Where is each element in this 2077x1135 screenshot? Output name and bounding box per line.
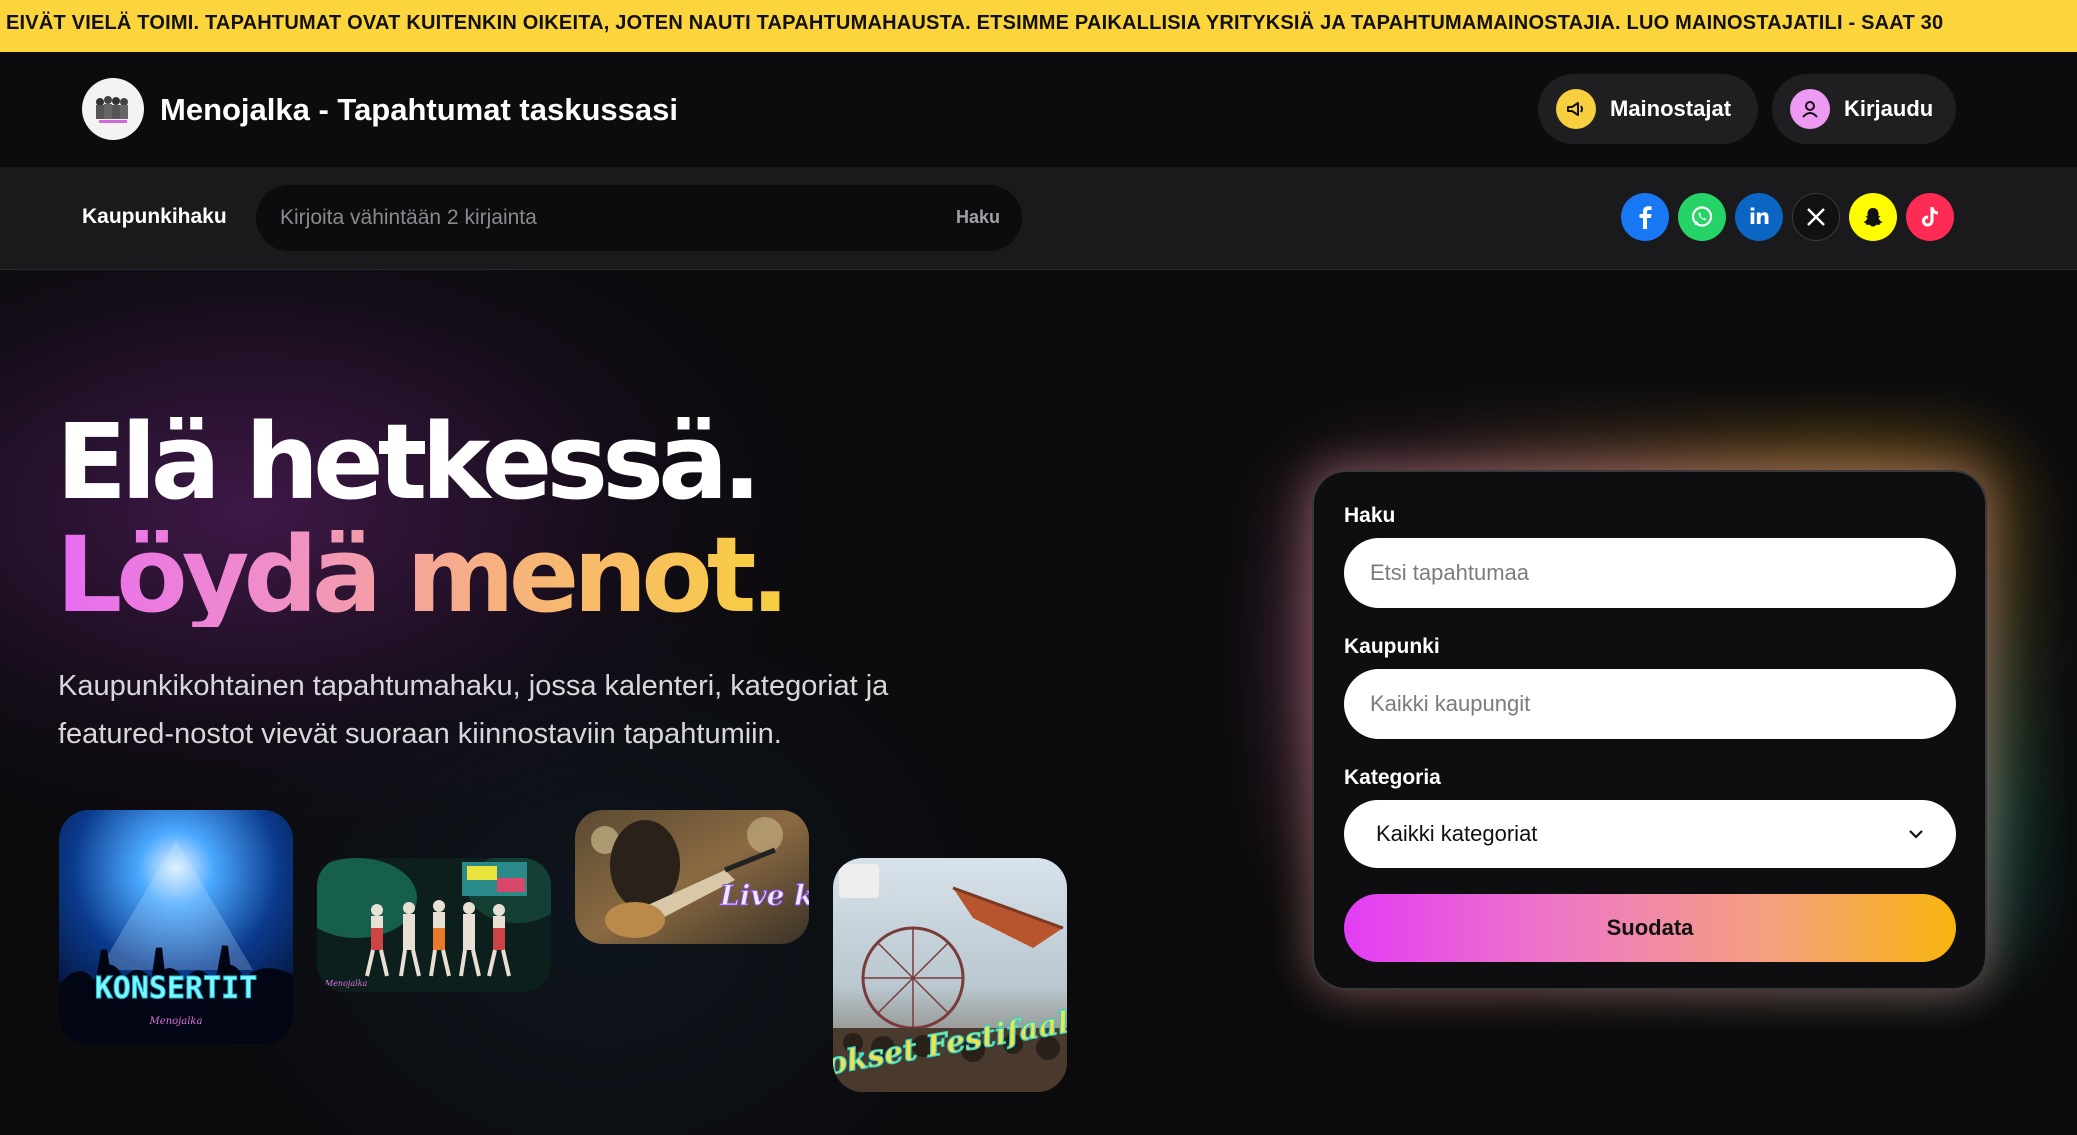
tile-caption-live-keikat: Live keikat [719, 879, 809, 912]
city-search-bar: Kaupunkihaku Haku in [0, 167, 2077, 270]
city-search-label: Kaupunkihaku [82, 205, 227, 228]
megaphone-icon [1556, 89, 1596, 129]
tile-signature-konsertit: Menojalka [149, 1016, 203, 1027]
tiktok-icon[interactable] [1906, 193, 1954, 241]
logo-icon [91, 92, 135, 126]
site-title[interactable]: Menojalka - Tapahtumat taskussasi [160, 92, 678, 128]
hero-title-line1: Elä hetkessä. [56, 401, 762, 523]
event-search-input[interactable] [1344, 538, 1956, 608]
user-icon [1790, 89, 1830, 129]
category-tile-konsertit[interactable]: KONSERTIT Menojalka [59, 810, 293, 1044]
x-icon[interactable] [1792, 193, 1840, 241]
top-header: Menojalka - Tapahtumat taskussasi Mainos… [0, 52, 2077, 167]
filter-submit-label: Suodata [1606, 915, 1694, 940]
category-tile-dance[interactable]: Menojalka [317, 858, 551, 992]
tile-caption-konsertit: KONSERTIT [95, 971, 258, 1006]
ticker-text: EIVÄT VIELÄ TOIMI. TAPAHTUMAT OVAT KUITE… [6, 12, 1944, 34]
concert-image: KONSERTIT Menojalka [59, 810, 293, 1044]
category-selected-value: Kaikki kategoriat [1376, 821, 1538, 846]
city-search-input[interactable] [280, 185, 900, 251]
hero-section: Elä hetkessä. Löydä menot. Kaupunkikohta… [0, 270, 2077, 1135]
advertisers-label: Mainostajat [1610, 96, 1732, 121]
social-links: in [1621, 193, 1954, 241]
advertisers-button[interactable]: Mainostajat [1538, 74, 1758, 144]
whatsapp-icon[interactable] [1678, 193, 1726, 241]
search-label: Haku [1344, 504, 1396, 527]
hero-title-line2: Löydä menot. [56, 514, 790, 636]
filter-card: Haku Kaupunki Kategoria Kaikki kategoria… [1312, 470, 1987, 990]
announcement-ticker: EIVÄT VIELÄ TOIMI. TAPAHTUMAT OVAT KUITE… [0, 0, 2077, 52]
category-tile-festivaalit[interactable]: Lokset Festifaalit [833, 858, 1067, 1092]
category-tile-live-keikat[interactable]: Live keikat [575, 810, 809, 944]
login-button[interactable]: Kirjaudu [1772, 74, 1956, 144]
city-search-button[interactable]: Haku [956, 207, 1000, 228]
site-logo[interactable] [82, 78, 144, 140]
category-select[interactable]: Kaikki kategoriat [1344, 800, 1956, 868]
city-label: Kaupunki [1344, 635, 1440, 658]
linkedin-icon[interactable]: in [1735, 193, 1783, 241]
city-search-box: Haku [256, 185, 1022, 251]
hero-lead-text: Kaupunkikohtainen tapahtumahaku, jossa k… [58, 670, 889, 750]
festival-image: Lokset Festifaalit [833, 858, 1067, 1092]
filter-submit-button[interactable]: Suodata [1344, 894, 1956, 962]
tile-signature-dance: Menojalka [324, 979, 368, 988]
snapchat-icon[interactable] [1849, 193, 1897, 241]
login-label: Kirjaudu [1844, 96, 1934, 121]
facebook-icon[interactable] [1621, 193, 1669, 241]
city-input[interactable] [1344, 669, 1956, 739]
chevron-down-icon [1909, 830, 1923, 839]
category-label: Kategoria [1344, 766, 1441, 789]
live-gig-image: Live keikat [575, 810, 809, 944]
dance-show-image: Menojalka [317, 858, 551, 992]
